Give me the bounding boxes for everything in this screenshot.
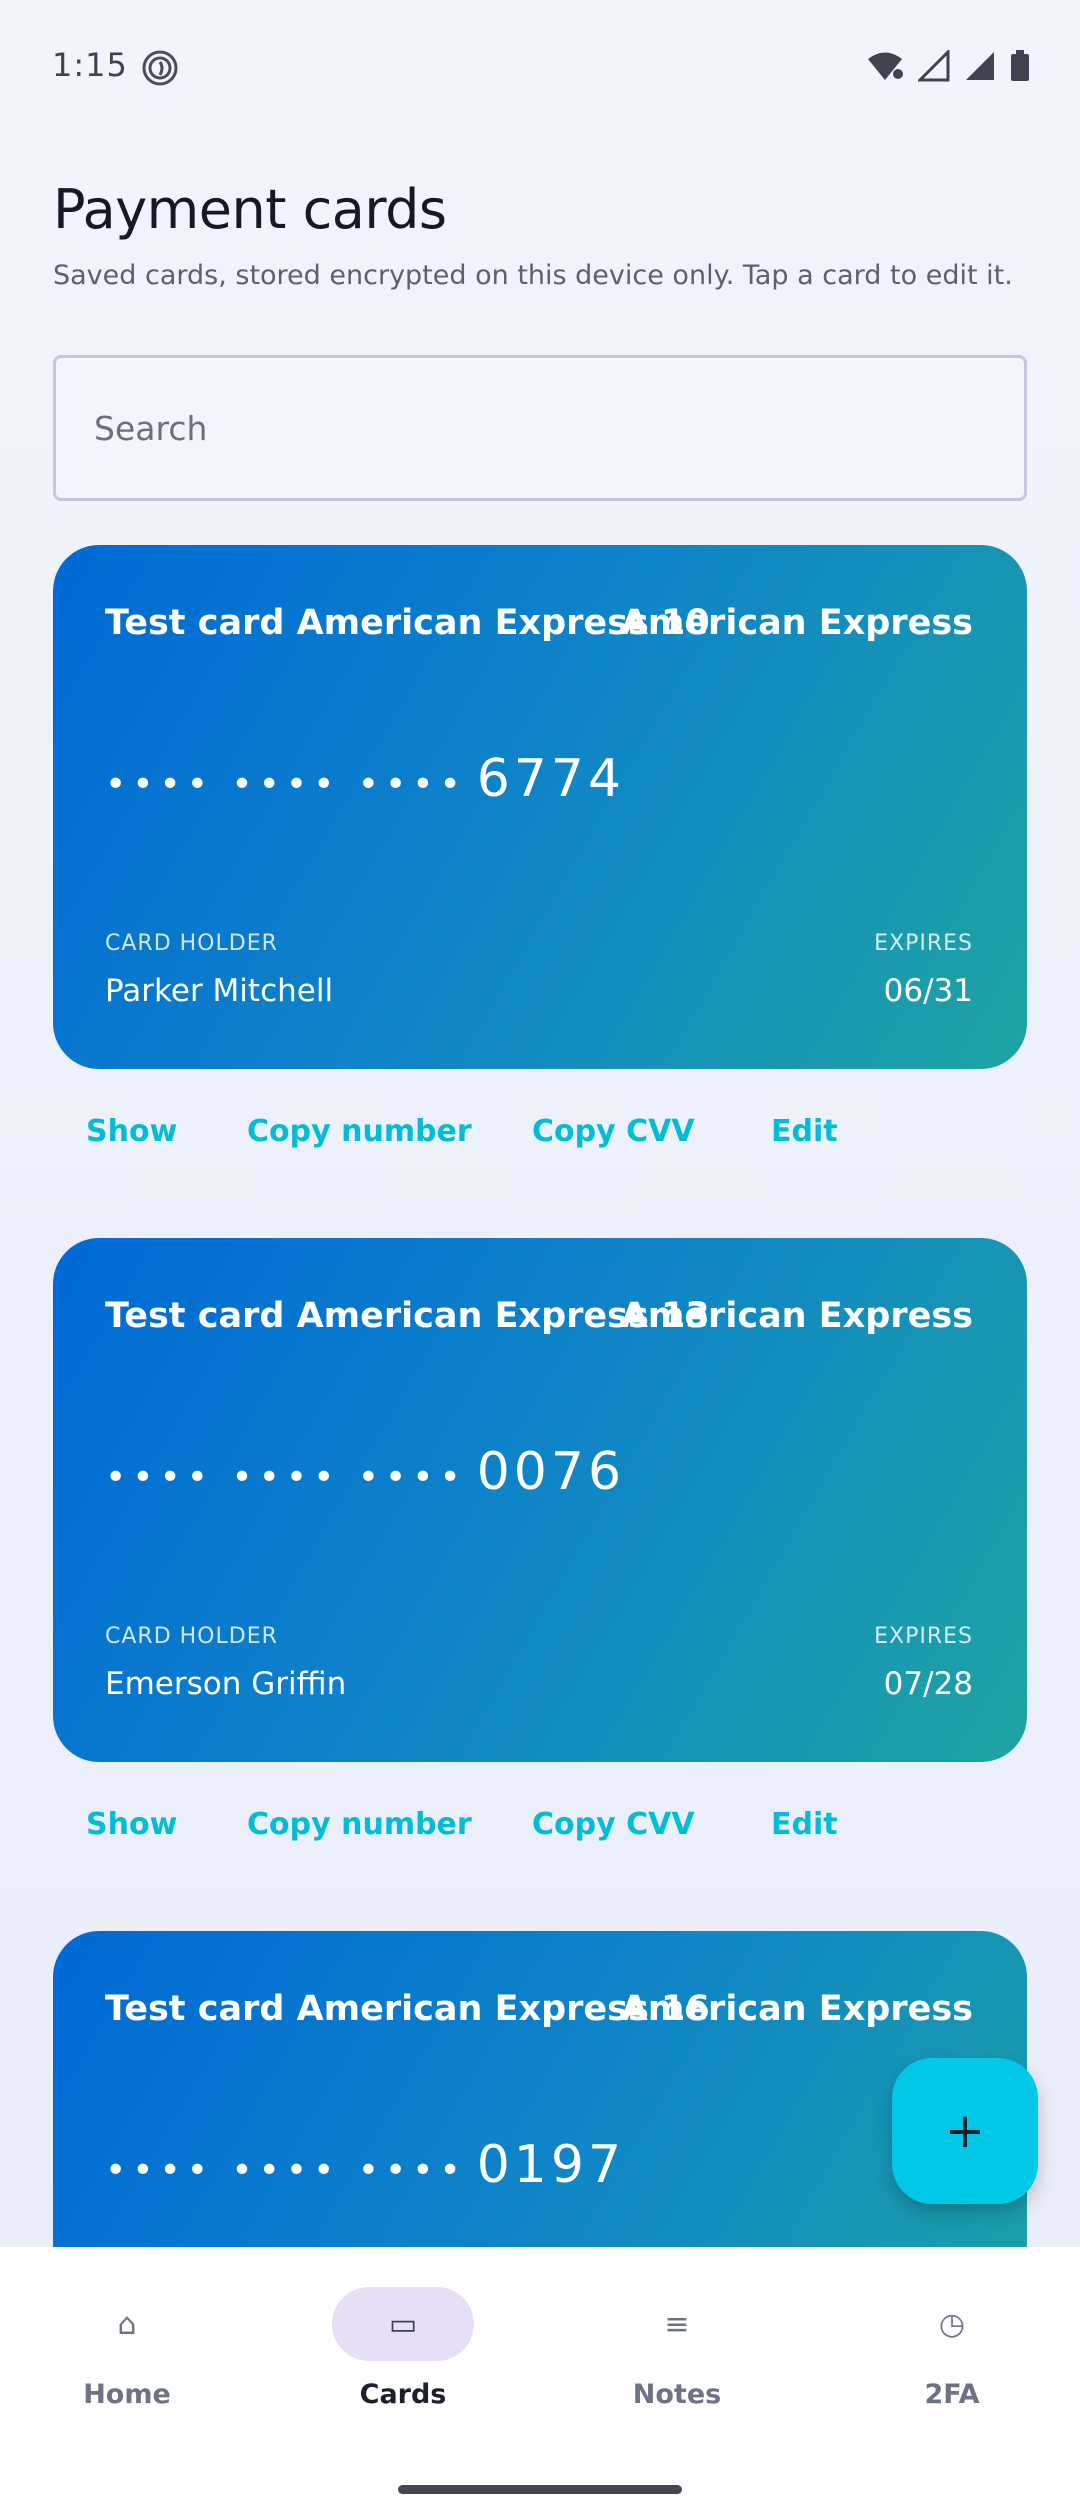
home-indicator[interactable] xyxy=(398,2485,682,2494)
copy-cvv-button[interactable]: Copy CVV xyxy=(532,1087,695,1177)
home-icon: ⌂ xyxy=(117,2307,137,2342)
edit-button[interactable]: Edit xyxy=(771,1780,838,1870)
card-number-mask: •••• •••• •••• xyxy=(105,1457,467,1498)
card-brand: American Express xyxy=(620,1296,973,1336)
card-number-last4: 0076 xyxy=(476,1442,626,1502)
nav-label: 2FA xyxy=(924,2379,980,2410)
copy-number-button[interactable]: Copy number xyxy=(247,1087,472,1177)
nav-item-cards[interactable]: ▭ Cards xyxy=(300,2287,500,2437)
card-number: •••• •••• •••• 0076 xyxy=(105,1442,625,1502)
signal-icon xyxy=(918,50,950,82)
fingerprint-icon xyxy=(140,48,180,88)
card-holder: Parker Mitchell xyxy=(105,973,334,1009)
nav-label: Notes xyxy=(632,2379,722,2410)
nav-item-2fa[interactable]: ◷ 2FA xyxy=(849,2287,1049,2437)
card-icon: ▭ xyxy=(388,2307,418,2342)
page-subtitle: Saved cards, stored encrypted on this de… xyxy=(53,260,1013,291)
nav-item-home[interactable]: ⌂ Home xyxy=(24,2287,224,2437)
notes-icon: ≡ xyxy=(664,2307,690,2342)
bottom-nav: ⌂ Home ▭ Cards ≡ Notes ◷ 2FA xyxy=(0,2247,1080,2520)
add-card-button[interactable]: + xyxy=(892,2058,1038,2204)
nav-label: Cards xyxy=(359,2379,447,2410)
payment-card[interactable]: Test card American Express 10 American E… xyxy=(53,545,1027,1069)
card-number: •••• •••• •••• 0197 xyxy=(105,2135,625,2195)
card-number-mask: •••• •••• •••• xyxy=(105,2150,467,2191)
edit-button[interactable]: Edit xyxy=(771,1087,838,1177)
status-icons xyxy=(866,50,1030,82)
nav-item-notes[interactable]: ≡ Notes xyxy=(574,2287,774,2437)
card-number-last4: 6774 xyxy=(476,749,626,809)
card-actions: Show Copy number Copy CVV Edit xyxy=(53,1087,1027,1177)
card-holder-label: CARD HOLDER xyxy=(105,1624,278,1649)
card-holder-label: CARD HOLDER xyxy=(105,931,278,956)
search-input[interactable] xyxy=(94,358,974,498)
status-time: 1:15 xyxy=(52,46,128,84)
card-number-last4: 0197 xyxy=(476,2135,626,2195)
card-brand: American Express xyxy=(620,1989,973,2029)
card-number: •••• •••• •••• 6774 xyxy=(105,749,625,809)
battery-icon xyxy=(1010,50,1030,82)
screen: 1:15 Payment cards Saved cards, stored e… xyxy=(0,0,1080,2520)
clock-icon: ◷ xyxy=(938,2307,966,2342)
copy-cvv-button[interactable]: Copy CVV xyxy=(532,1780,695,1870)
card-expires-label: EXPIRES xyxy=(874,931,973,956)
nav-label: Home xyxy=(83,2379,171,2410)
card-name: Test card American Express 13 xyxy=(105,1296,710,1336)
signal-full-icon xyxy=(964,50,996,82)
show-button[interactable]: Show xyxy=(86,1780,177,1870)
status-bar: 1:15 xyxy=(0,0,1080,134)
card-name: Test card American Express 10 xyxy=(105,603,710,643)
add-icon: + xyxy=(944,2103,986,2159)
card-actions: Show Copy number Copy CVV Edit xyxy=(53,1780,1027,1870)
search-field[interactable] xyxy=(53,355,1027,501)
card-name: Test card American Express 16 xyxy=(105,1989,710,2029)
card-expires-label: EXPIRES xyxy=(874,1624,973,1649)
copy-number-button[interactable]: Copy number xyxy=(247,1780,472,1870)
card-number-mask: •••• •••• •••• xyxy=(105,764,467,805)
card-expires: 06/31 xyxy=(883,973,973,1009)
payment-card[interactable]: Test card American Express 13 American E… xyxy=(53,1238,1027,1762)
show-button[interactable]: Show xyxy=(86,1087,177,1177)
card-holder: Emerson Griffin xyxy=(105,1666,347,1702)
page-title: Payment cards xyxy=(53,178,447,241)
card-expires: 07/28 xyxy=(883,1666,973,1702)
wifi-icon xyxy=(866,50,904,82)
card-brand: American Express xyxy=(620,603,973,643)
